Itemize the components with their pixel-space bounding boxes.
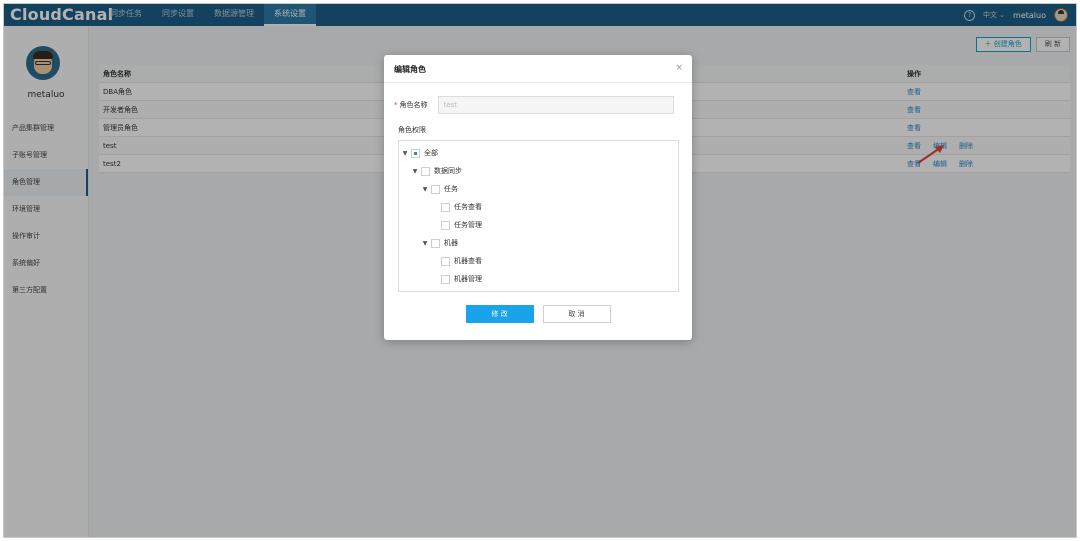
- checkbox[interactable]: [421, 166, 430, 176]
- dialog-footer: 修 改 取 消: [384, 305, 692, 323]
- tree-node-label: 任务: [444, 185, 458, 193]
- tree-node-task-view[interactable]: 任务查看: [439, 201, 482, 213]
- checkbox[interactable]: [441, 202, 450, 212]
- tree-node-all[interactable]: ▼ 全部: [401, 147, 438, 159]
- checkbox[interactable]: [431, 184, 440, 194]
- tree-node-machine[interactable]: ▼ 机器: [421, 237, 458, 249]
- tree-node-machine-manage[interactable]: 机器管理: [439, 273, 482, 285]
- tree-node-task[interactable]: ▼ 任务: [421, 183, 458, 195]
- caret-down-icon[interactable]: ▼: [411, 168, 419, 175]
- edit-role-dialog: 编辑角色 × * 角色名称 test 角色权限 ▼ 全部 ▼ 数据同步 ▼ 任务…: [384, 55, 692, 340]
- permission-tree[interactable]: ▼ 全部 ▼ 数据同步 ▼ 任务 任务查看 任务管理 ▼ 机器 机器查看 机器管…: [398, 140, 679, 292]
- tree-node-label: 任务管理: [454, 221, 482, 229]
- tree-node-label: 任务查看: [454, 203, 482, 211]
- caret-down-icon[interactable]: ▼: [421, 186, 429, 193]
- role-name-row: * 角色名称 test: [394, 96, 674, 114]
- modify-button[interactable]: 修 改: [465, 305, 534, 323]
- required-mark: *: [394, 101, 398, 109]
- dialog-title: 编辑角色: [394, 65, 426, 74]
- role-name-label: 角色名称: [399, 101, 428, 109]
- tree-node-machine-view[interactable]: 机器查看: [439, 255, 482, 267]
- tree-node-label: 全部: [424, 149, 438, 157]
- close-icon[interactable]: ×: [675, 63, 683, 73]
- dialog-header: 编辑角色 ×: [384, 55, 692, 83]
- checkbox[interactable]: [441, 220, 450, 230]
- checkbox[interactable]: [441, 256, 450, 266]
- app-window: CloudCanal 同步任务 同步设置 数据源管理 系统设置 ? 中文 ⌄ m…: [3, 3, 1077, 538]
- checkbox[interactable]: [411, 148, 420, 158]
- tree-node-label: 机器管理: [454, 275, 482, 283]
- tree-node-task-manage[interactable]: 任务管理: [439, 219, 482, 231]
- checkbox[interactable]: [431, 238, 440, 248]
- tree-node-data-sync[interactable]: ▼ 数据同步: [411, 165, 462, 177]
- role-name-input[interactable]: test: [437, 96, 674, 114]
- caret-down-icon[interactable]: ▼: [421, 240, 429, 247]
- tree-node-label: 机器: [444, 239, 458, 247]
- tree-node-label: 数据同步: [434, 167, 462, 175]
- caret-down-icon[interactable]: ▼: [401, 150, 409, 157]
- checkbox[interactable]: [441, 274, 450, 284]
- role-permission-label: 角色权限: [398, 126, 426, 134]
- tree-node-label: 机器查看: [454, 257, 482, 265]
- cancel-button[interactable]: 取 消: [542, 305, 611, 323]
